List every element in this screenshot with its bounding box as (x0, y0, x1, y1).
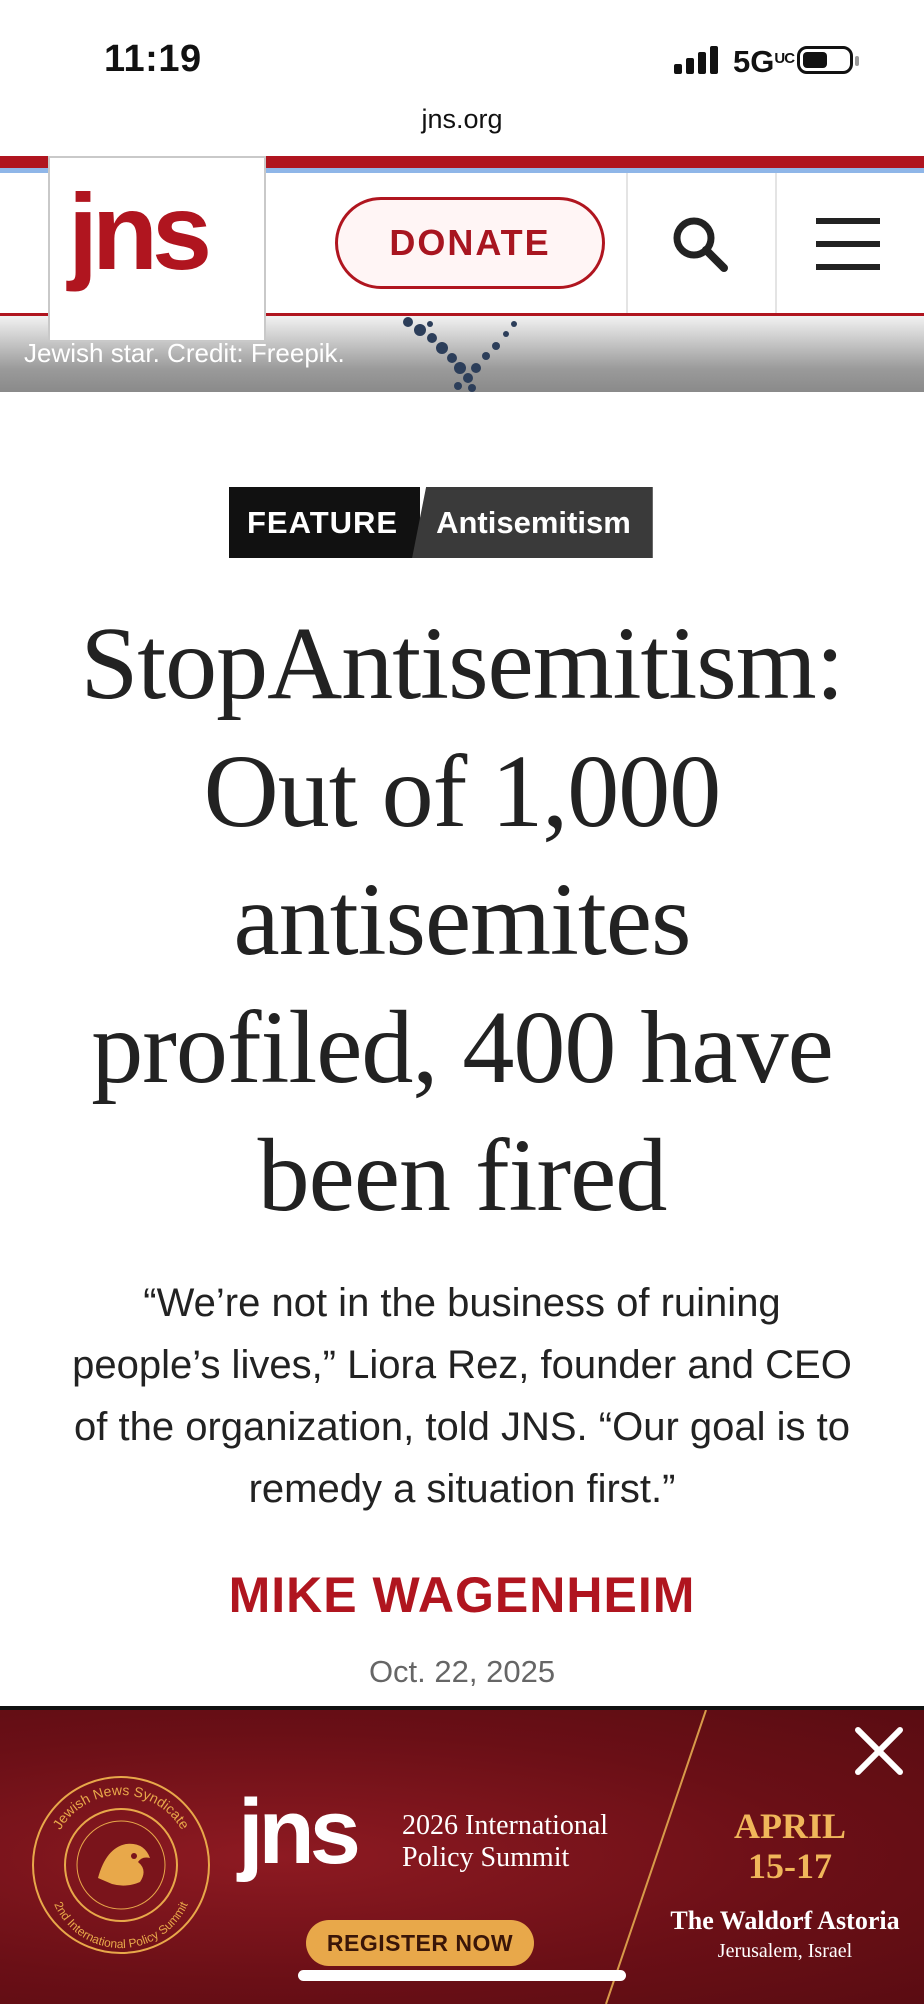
summary-line: “We’re not in the business of ruining (143, 1281, 781, 1325)
headline-line: antisemites (233, 862, 692, 977)
image-caption: Jewish star. Credit: Freepik. (24, 338, 345, 368)
tag-feature[interactable]: FEATURE (229, 487, 421, 558)
headline-line: profiled, 400 have (91, 990, 834, 1105)
register-now-button[interactable]: REGISTER NOW (306, 1920, 534, 1966)
star-of-david-image (403, 317, 517, 392)
article-summary: “We’re not in the business of ruining pe… (40, 1272, 884, 1520)
close-icon[interactable] (852, 1724, 906, 1778)
publish-date: Oct. 22, 2025 (368, 1654, 556, 1689)
search-icon[interactable] (668, 212, 732, 276)
summary-line: people’s lives,” Liora Rez, founder and … (72, 1343, 852, 1387)
article-headline: StopAntisemitism: Out of 1,000 antisemit… (30, 600, 894, 1240)
network-indicator: 5GUC (733, 44, 795, 79)
tag-topic[interactable]: Antisemitism (412, 487, 653, 558)
header-divider (775, 173, 777, 313)
home-indicator[interactable] (298, 1970, 626, 1981)
address-bar[interactable]: jns.org (0, 104, 924, 135)
article-tags: FEATURE Antisemitism (229, 487, 653, 558)
battery-icon (797, 46, 859, 74)
author-byline[interactable]: MIKE WAGENHEIM (0, 1566, 924, 1624)
header-divider (626, 173, 628, 313)
headline-line: Out of 1,000 (203, 734, 722, 849)
site-logo[interactable]: jns (48, 156, 266, 342)
summit-seal-icon: Jewish News Syndicate 2nd International … (32, 1776, 210, 1954)
summary-line: of the organization, told JNS. “Our goal… (74, 1405, 850, 1449)
ad-venue: The Waldorf Astoria (670, 1906, 900, 1935)
cellular-signal-icon (674, 46, 718, 74)
ad-banner[interactable]: Jewish News Syndicate 2nd International … (0, 1706, 924, 2004)
ad-event-date: APRIL 15-17 (733, 1806, 846, 1886)
status-time: 11:19 (104, 38, 202, 80)
ad-logo: jns (238, 1781, 361, 1883)
hamburger-menu-icon[interactable] (816, 216, 880, 272)
headline-line: StopAntisemitism: (80, 606, 844, 721)
headline-line: been fired (257, 1118, 668, 1233)
donate-button[interactable]: DONATE (335, 197, 605, 289)
status-bar: 11:19 5GUC jns.org (0, 0, 924, 134)
ad-city: Jerusalem, Israel (717, 1940, 853, 1962)
summary-line: remedy a situation first.” (248, 1467, 676, 1511)
